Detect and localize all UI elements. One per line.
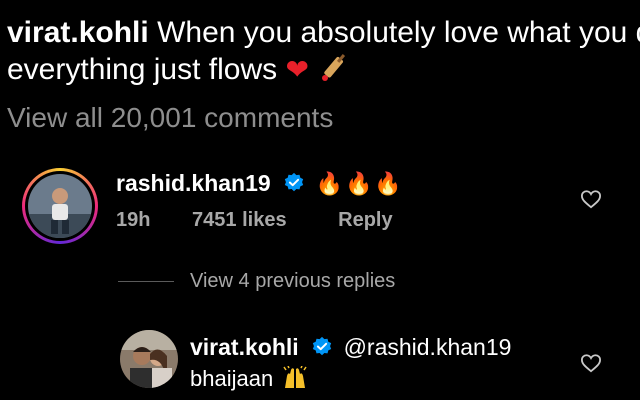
cricket-bat-icon bbox=[322, 54, 346, 81]
replies-divider-line bbox=[118, 281, 174, 282]
reply-username[interactable]: virat.kohli bbox=[190, 334, 299, 360]
comment-likes[interactable]: 7451 likes bbox=[192, 209, 287, 231]
reply-body: bhaijaan bbox=[190, 365, 308, 392]
view-previous-replies[interactable]: View 4 previous replies bbox=[118, 270, 395, 293]
comment-text: 🔥🔥🔥 bbox=[315, 171, 404, 196]
post-caption: virat.kohli When you absolutely love wha… bbox=[7, 14, 640, 88]
comment: rashid.khan19 🔥🔥🔥 bbox=[116, 170, 404, 197]
comment-username[interactable]: rashid.khan19 bbox=[116, 170, 271, 196]
caption-username[interactable]: virat.kohli bbox=[7, 16, 149, 49]
caption-text-line1: When you absolutely love what you do bbox=[157, 16, 640, 49]
like-reply-heart-icon[interactable] bbox=[580, 353, 602, 373]
raised-hands-icon bbox=[283, 365, 307, 388]
reply-mention-link[interactable]: @rashid.khan19 bbox=[344, 334, 512, 360]
red-heart-icon: ❤ bbox=[285, 53, 309, 86]
reply-button[interactable]: Reply bbox=[338, 209, 392, 231]
verified-badge-icon bbox=[284, 172, 304, 192]
view-previous-replies-label[interactable]: View 4 previous replies bbox=[190, 270, 395, 293]
comment-time: 19h bbox=[116, 209, 151, 231]
reply: virat.kohli @rashid.khan19 bbox=[190, 334, 511, 361]
comment-meta: 19h 7451 likes Reply bbox=[116, 209, 427, 232]
verified-badge-icon bbox=[312, 336, 332, 356]
avatar[interactable] bbox=[120, 330, 178, 388]
avatar bbox=[28, 174, 92, 238]
caption-text-line2: everything just flows bbox=[7, 53, 278, 86]
commenter-avatar-ring[interactable] bbox=[22, 168, 98, 244]
reply-text: bhaijaan bbox=[190, 366, 274, 391]
view-all-comments-link[interactable]: View all 20,001 comments bbox=[7, 102, 333, 134]
like-comment-heart-icon[interactable] bbox=[580, 189, 602, 209]
